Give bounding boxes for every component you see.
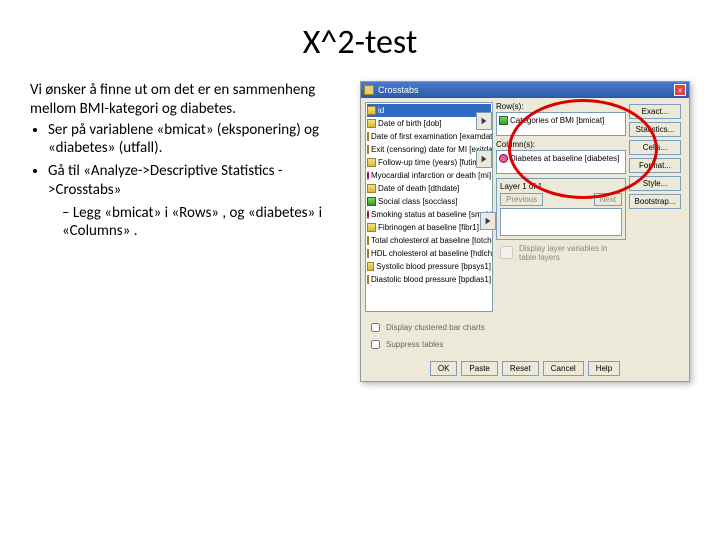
variable-label: Myocardial infarction or death [mi] xyxy=(371,171,491,180)
suppress-check-row[interactable]: Suppress tables xyxy=(367,337,683,352)
variable-label: Fibrinogen at baseline [fibr1] xyxy=(378,223,479,232)
bullet-1: Ser på variablene «bmicat» (eksponering)… xyxy=(48,121,352,159)
variable-label: Systolic blood pressure [bpsys1] xyxy=(376,262,491,271)
rows-variable: Categories of BMI [bmicat] xyxy=(510,116,604,125)
move-to-rows-button[interactable] xyxy=(476,112,492,130)
display-layers-label: Display layer variables in table layers xyxy=(519,244,626,262)
ordinal-icon xyxy=(499,116,508,125)
ruler-icon xyxy=(367,145,369,154)
slide-title: X^2-test xyxy=(30,22,690,63)
variable-label: HDL cholesterol at baseline [hdlchol1] xyxy=(371,249,493,258)
exact-button[interactable]: Exact... xyxy=(629,104,681,119)
variable-label: id xyxy=(378,106,384,115)
variable-item[interactable]: Date of death [dthdate] xyxy=(367,182,491,195)
variable-item[interactable]: Systolic blood pressure [bpsys1] xyxy=(367,260,491,273)
variable-label: Date of birth [dob] xyxy=(378,119,442,128)
nominal-icon xyxy=(367,171,369,180)
variable-item[interactable]: Smoking status at baseline [smoking] xyxy=(367,208,491,221)
ruler-icon xyxy=(367,262,374,271)
columns-variable: Diabetes at baseline [diabetes] xyxy=(510,154,619,163)
rows-box[interactable]: Categories of BMI [bmicat] xyxy=(496,112,626,136)
cells-button[interactable]: Cells... xyxy=(629,140,681,155)
variable-item[interactable]: Follow-up time (years) [futime] xyxy=(367,156,491,169)
crosstabs-dialog: Crosstabs × id Date of birth [dob] Date of… xyxy=(360,81,690,382)
rows-label: Row(s): xyxy=(496,102,626,111)
variable-list[interactable]: id Date of birth [dob] Date of first exami… xyxy=(365,102,493,312)
display-layers-check[interactable]: Display layer variables in table layers xyxy=(496,243,626,262)
ordinal-icon xyxy=(367,197,376,206)
statistics-button[interactable]: Statistics... xyxy=(629,122,681,137)
variable-label: Exit (censoring) date for MI [exitdate] xyxy=(371,145,493,154)
crosstabs-icon xyxy=(364,85,374,95)
bullet-2: Gå til «Analyze->Descriptive Statistics … xyxy=(48,162,352,200)
ruler-icon xyxy=(367,223,376,232)
variable-item[interactable]: Date of first examination [examdate] xyxy=(367,130,491,143)
clustered-check-row[interactable]: Display clustered bar charts xyxy=(367,320,683,335)
move-to-columns-button[interactable] xyxy=(476,150,492,168)
variable-item[interactable]: HDL cholesterol at baseline [hdlchol1] xyxy=(367,247,491,260)
variable-label: Smoking status at baseline [smoking] xyxy=(371,210,493,219)
layer-label: Layer 1 of 1 xyxy=(500,182,622,191)
ruler-icon xyxy=(367,119,376,128)
variable-label: Follow-up time (years) [futime] xyxy=(378,158,486,167)
reset-button[interactable]: Reset xyxy=(502,361,539,376)
ruler-icon xyxy=(367,275,369,284)
ruler-icon xyxy=(367,132,369,141)
move-to-layer-button[interactable] xyxy=(480,212,496,230)
close-icon[interactable]: × xyxy=(674,84,686,96)
columns-label: Column(s): xyxy=(496,140,626,149)
ruler-icon xyxy=(367,249,369,258)
previous-button[interactable]: Previous xyxy=(500,193,543,206)
description-text: Vi ønsker å finne ut om det er en sammen… xyxy=(30,81,352,382)
intro-paragraph: Vi ønsker å finne ut om det er en sammen… xyxy=(30,81,352,119)
cancel-button[interactable]: Cancel xyxy=(543,361,584,376)
variable-label: Date of death [dthdate] xyxy=(378,184,459,193)
ruler-icon xyxy=(367,236,369,245)
nominal-icon xyxy=(499,154,508,163)
style-button[interactable]: Style... xyxy=(629,176,681,191)
variable-item[interactable]: Fibrinogen at baseline [fibr1] xyxy=(367,221,491,234)
variable-label: Date of first examination [examdate] xyxy=(371,132,493,141)
nominal-icon xyxy=(367,210,369,219)
format-button[interactable]: Format... xyxy=(629,158,681,173)
variable-item[interactable]: Myocardial infarction or death [mi] xyxy=(367,169,491,182)
variable-item[interactable]: id xyxy=(367,104,491,117)
ruler-icon xyxy=(367,106,376,115)
paste-button[interactable]: Paste xyxy=(461,361,497,376)
dialog-titlebar[interactable]: Crosstabs × xyxy=(361,82,689,98)
clustered-checkbox[interactable] xyxy=(371,323,380,332)
variable-item[interactable]: Total cholesterol at baseline [totchol1] xyxy=(367,234,491,247)
ruler-icon xyxy=(367,158,376,167)
ruler-icon xyxy=(367,184,376,193)
help-button[interactable]: Help xyxy=(588,361,620,376)
suppress-label: Suppress tables xyxy=(386,340,443,349)
layer-box[interactable] xyxy=(500,208,622,236)
clustered-label: Display clustered bar charts xyxy=(386,323,485,332)
subbullet-1: Legg «bmicat» i «Rows» , og «diabetes» i… xyxy=(62,204,352,242)
variable-label: Diastolic blood pressure [bpdias1] xyxy=(371,275,491,284)
variable-item[interactable]: Diastolic blood pressure [bpdias1] xyxy=(367,273,491,286)
display-layers-checkbox[interactable] xyxy=(500,246,513,259)
variable-label: Social class [socclass] xyxy=(378,197,458,206)
columns-box[interactable]: Diabetes at baseline [diabetes] xyxy=(496,150,626,174)
variable-item[interactable]: Exit (censoring) date for MI [exitdate] xyxy=(367,143,491,156)
variable-item[interactable]: Date of birth [dob] xyxy=(367,117,491,130)
bootstrap-button[interactable]: Bootstrap... xyxy=(629,194,681,209)
variable-item[interactable]: Social class [socclass] xyxy=(367,195,491,208)
next-button[interactable]: Next xyxy=(594,193,622,206)
dialog-title-text: Crosstabs xyxy=(378,85,419,95)
suppress-checkbox[interactable] xyxy=(371,340,380,349)
ok-button[interactable]: OK xyxy=(430,361,458,376)
layer-panel: Layer 1 of 1 Previous Next xyxy=(496,178,626,240)
variable-label: Total cholesterol at baseline [totchol1] xyxy=(371,236,493,245)
